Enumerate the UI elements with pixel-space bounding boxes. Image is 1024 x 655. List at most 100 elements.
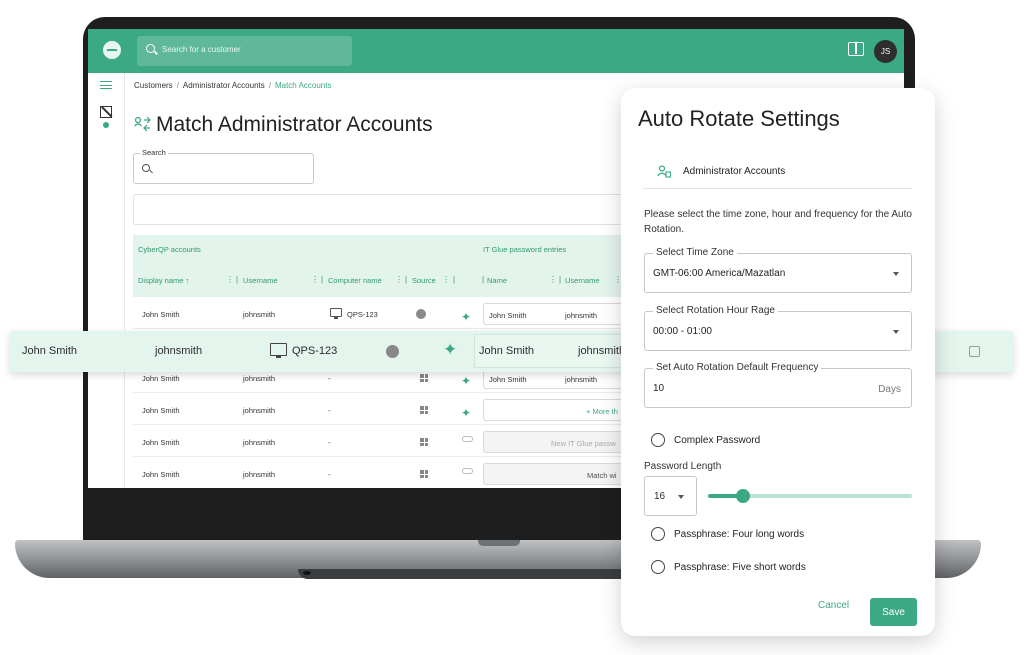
column-divider: |: [482, 275, 485, 284]
customer-search-input[interactable]: Search for a customer: [137, 36, 352, 66]
match-with-button[interactable]: Match wi: [483, 463, 633, 485]
column-menu-icon[interactable]: ⋮: [442, 275, 450, 284]
timezone-select[interactable]: Select Time Zone GMT-06:00 America/Mazat…: [644, 247, 912, 293]
monitor-icon: [330, 308, 342, 319]
frequency-label: Set Auto Rotation Default Frequency: [653, 362, 822, 373]
breadcrumb-match-accounts: Match Accounts: [274, 81, 332, 90]
password-length-select[interactable]: 16: [644, 476, 697, 516]
laptop-notch: [478, 540, 520, 546]
avatar[interactable]: JS: [874, 40, 897, 63]
user-source-icon: [386, 345, 399, 358]
computer-name: -: [328, 470, 331, 479]
new-password-label: New IT Glue passw: [551, 439, 616, 448]
username: johnsmith: [243, 374, 276, 383]
row-checkbox[interactable]: [969, 346, 980, 357]
computer-name: QPS-123: [292, 345, 338, 357]
table-row[interactable]: John Smith johnsmith - New IT Glue passw: [133, 426, 633, 457]
sparkle-icon[interactable]: ✦: [461, 310, 471, 324]
username: johnsmith: [243, 470, 276, 479]
timezone-value: GMT-06:00 America/Mazatlan: [653, 268, 786, 279]
pw-username: johnsmith: [578, 345, 626, 357]
modal-title: Auto Rotate Settings: [638, 106, 840, 131]
link-icon[interactable]: [462, 436, 473, 442]
gift-icon[interactable]: [848, 42, 864, 56]
pw-name: John Smith: [479, 345, 535, 357]
column-menu-icon[interactable]: ⋮: [311, 275, 319, 284]
password-length-slider[interactable]: [708, 489, 912, 503]
stage: Search for a customer JS Customers / Admin…: [0, 0, 1024, 655]
sparkle-icon[interactable]: ✦: [461, 374, 471, 388]
more-matches-label: + More th: [586, 407, 618, 416]
table-row[interactable]: John Smith johnsmith QPS-123 ✦ John Smit…: [133, 298, 633, 329]
password-entry[interactable]: John Smith johnsmith: [483, 303, 633, 325]
chevron-down-icon: [893, 330, 899, 334]
search-icon: [146, 44, 155, 53]
timezone-label: Select Time Zone: [653, 247, 737, 258]
link-icon[interactable]: [462, 468, 473, 474]
pw-name: John Smith: [489, 311, 527, 320]
username: johnsmith: [243, 310, 276, 319]
col-computer-name[interactable]: Computer name: [328, 276, 382, 285]
complex-password-radio[interactable]: [651, 433, 665, 447]
chat-logo-icon[interactable]: [103, 41, 121, 59]
rotation-hour-select[interactable]: Select Rotation Hour Rage 00:00 - 01:00: [644, 305, 912, 351]
more-matches-button[interactable]: + More th: [483, 399, 633, 421]
search-placeholder: Search for a customer: [162, 45, 241, 54]
column-menu-icon[interactable]: ⋮: [395, 275, 403, 284]
col-name[interactable]: Name: [487, 276, 507, 285]
divider: [643, 188, 912, 189]
display-name: John Smith: [142, 470, 180, 479]
col-display-name[interactable]: Display name ↑: [138, 276, 189, 285]
cancel-button[interactable]: Cancel: [818, 600, 849, 611]
computer-name: -: [328, 374, 331, 383]
table-row[interactable]: John Smith johnsmith - ✦ + More th: [133, 394, 633, 425]
save-button[interactable]: Save: [870, 598, 917, 626]
breadcrumb-admin-accounts[interactable]: Administrator Accounts: [183, 81, 265, 90]
laptop-dot: [303, 571, 311, 575]
col-source[interactable]: Source: [412, 276, 436, 285]
sparkle-icon[interactable]: ✦: [443, 340, 457, 360]
group-itglue: IT Glue password entries: [483, 245, 567, 254]
breadcrumb-customers[interactable]: Customers: [134, 81, 173, 90]
admin-accounts-icon: [657, 165, 671, 178]
display-name: John Smith: [142, 310, 180, 319]
page-title: Match Administrator Accounts: [156, 113, 433, 136]
search-icon: [142, 164, 150, 172]
chevron-down-icon: [678, 495, 684, 499]
accounts-search-field[interactable]: Search: [133, 148, 314, 184]
passphrase-short-radio[interactable]: [651, 560, 665, 574]
passphrase-long-radio[interactable]: [651, 527, 665, 541]
column-menu-icon[interactable]: ⋮: [226, 275, 234, 284]
rotation-hour-value: 00:00 - 01:00: [653, 326, 712, 337]
password-length-label: Password Length: [644, 461, 722, 472]
match-accounts-icon: [134, 116, 151, 132]
username: johnsmith: [243, 406, 276, 415]
column-divider: |: [321, 275, 324, 284]
windows-icon: [420, 438, 428, 446]
top-bar: Search for a customer JS: [88, 29, 904, 73]
display-name: John Smith: [142, 406, 180, 415]
col-username[interactable]: Username: [243, 276, 278, 285]
search-label: Search: [140, 148, 168, 157]
column-divider: |: [559, 275, 562, 284]
status-dot-icon: [103, 122, 109, 128]
filter-bar[interactable]: [133, 194, 633, 225]
auto-rotate-modal: Auto Rotate Settings Administrator Accou…: [621, 88, 935, 636]
monitor-icon: [270, 343, 287, 358]
group-cyberqp: CyberQP accounts: [138, 245, 201, 254]
sparkle-icon[interactable]: ✦: [461, 406, 471, 420]
col-pw-username[interactable]: Username: [565, 276, 600, 285]
slider-thumb[interactable]: [735, 489, 750, 503]
table-row[interactable]: John Smith johnsmith - Match wi: [133, 458, 633, 488]
modal-description: Please select the time zone, hour and fr…: [644, 209, 912, 235]
column-menu-icon[interactable]: ⋮: [549, 275, 557, 284]
frequency-input[interactable]: Set Auto Rotation Default Frequency 10 D…: [644, 362, 912, 408]
frequency-value: 10: [653, 383, 665, 394]
grid-header: CyberQP accounts IT Glue password entrie…: [133, 235, 633, 297]
new-itglue-password-button[interactable]: New IT Glue passw: [483, 431, 633, 453]
pw-username: johnsmith: [565, 311, 598, 320]
hamburger-icon[interactable]: [100, 81, 112, 89]
accounts-nav-icon[interactable]: [100, 106, 112, 118]
computer-name: -: [328, 438, 331, 447]
computer-name: QPS-123: [347, 310, 378, 319]
